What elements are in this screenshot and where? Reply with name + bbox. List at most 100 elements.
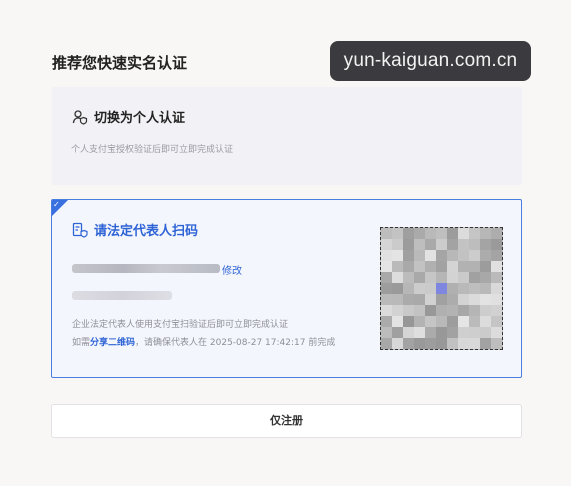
qr-pixel [414,327,425,338]
qr-pixel [447,283,458,294]
qr-pixel [458,239,469,250]
qr-pixel [392,239,403,250]
qr-pixel [425,239,436,250]
qr-pixel [425,316,436,327]
qr-pixel [381,338,392,349]
personal-verification-card[interactable]: 切换为个人认证 个人支付宝授权验证后即可立即完成认证 [52,87,522,185]
qr-pixel [436,261,447,272]
qr-pixel [480,294,491,305]
qr-pixel [469,327,480,338]
qr-pixel [447,272,458,283]
qr-pixel [458,316,469,327]
qr-pixel [480,305,491,316]
qr-pixel [403,261,414,272]
qr-pixel [436,272,447,283]
qr-pixel [381,316,392,327]
qr-pixel [480,272,491,283]
person-shield-icon [72,109,88,125]
qr-pixel [403,250,414,261]
share-prefix: 如需 [72,338,91,348]
qr-pixel [491,316,502,327]
qr-pixel [469,305,480,316]
qr-pixel [436,327,447,338]
qr-pixel [414,261,425,272]
register-only-button[interactable]: 仅注册 [51,404,522,438]
qr-pixel [414,250,425,261]
document-shield-icon [72,222,88,238]
qr-pixel [458,327,469,338]
qr-pixel [436,316,447,327]
qr-pixel [392,283,403,294]
enterprise-card-header: 请法定代表人扫码 [72,220,198,239]
qr-pixel [381,305,392,316]
qr-pixel [458,305,469,316]
qr-pixel [425,294,436,305]
personal-card-label: 切换为个人认证 [94,111,186,126]
qr-pixel [469,283,480,294]
redacted-company-name [72,264,220,273]
qr-pixel [480,250,491,261]
personal-card-description: 个人支付宝授权验证后即可立即完成认证 [71,145,234,155]
qr-pixel [392,327,403,338]
qr-pixel [491,250,502,261]
qr-pixel [381,283,392,294]
qr-pixel [469,228,480,239]
qr-pixel [480,327,491,338]
qr-pixel [425,305,436,316]
qr-pixel [392,316,403,327]
qr-pixel [458,250,469,261]
qr-pixel [469,272,480,283]
qr-pixel [414,316,425,327]
qr-pixel [414,283,425,294]
qr-pixel [403,338,414,349]
qr-pixel [392,228,403,239]
enterprise-verification-card[interactable]: ✓ 请法定代表人扫码 修改 企业法定代表人使用支付宝扫验证后即可立即完成认证 如… [51,199,522,378]
share-qr-link[interactable]: 分享二维码 [90,338,135,348]
qr-pixel [436,305,447,316]
qr-pixel [447,316,458,327]
qr-pixel [491,272,502,283]
qr-pixel [403,294,414,305]
qr-pixel [425,327,436,338]
qr-pixel [469,239,480,250]
page-title: 推荐您快速实名认证 [52,54,188,72]
qr-pixel [458,228,469,239]
qr-pixel [491,283,502,294]
qr-pixel [403,316,414,327]
enterprise-card-description: 企业法定代表人使用支付宝扫验证后即可立即完成认证 [72,320,289,330]
qr-pixel [414,338,425,349]
qr-pixel [392,338,403,349]
qr-pixel [436,338,447,349]
qr-pixel [425,261,436,272]
qr-pixel [381,272,392,283]
qr-pixel [469,338,480,349]
qr-pixel [491,261,502,272]
qr-pixel [414,272,425,283]
qr-pixel [425,272,436,283]
qr-pixel [469,316,480,327]
qr-pixel [436,294,447,305]
qr-pixel [403,327,414,338]
qr-pixel [491,327,502,338]
edit-link[interactable]: 修改 [222,262,242,277]
qr-pixel [414,294,425,305]
qr-code-image [380,227,503,350]
qr-pixel [480,239,491,250]
personal-card-header: 切换为个人认证 [72,107,185,126]
qr-pixel [491,338,502,349]
qr-pixel [381,228,392,239]
qr-pixel [480,316,491,327]
qr-pixel [447,338,458,349]
qr-pixel [447,294,458,305]
share-deadline-text: ，请确保代表人在 2025-08-27 17:42:17 前完成 [135,338,336,348]
qr-pixel [447,239,458,250]
qr-pixel [447,305,458,316]
qr-pixel [436,228,447,239]
qr-pixel [381,294,392,305]
qr-pixel [491,294,502,305]
qr-pixel [458,261,469,272]
qr-pixel [392,272,403,283]
qr-pixel [447,261,458,272]
qr-pixel [425,338,436,349]
qr-pixel [469,250,480,261]
